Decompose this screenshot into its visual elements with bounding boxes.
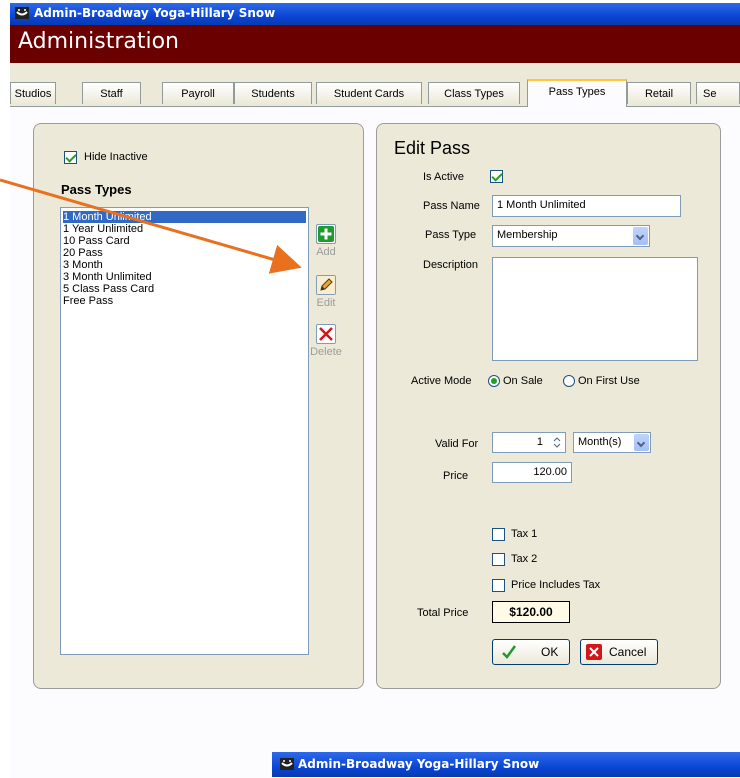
taskbar-window-button[interactable]: Admin-Broadway Yoga-Hillary Snow: [272, 752, 740, 777]
tab-pass-types[interactable]: Pass Types: [527, 79, 627, 107]
annotation-arrow: [0, 178, 302, 274]
taskbar-title: Admin-Broadway Yoga-Hillary Snow: [298, 757, 540, 771]
app-icon: [280, 758, 294, 770]
